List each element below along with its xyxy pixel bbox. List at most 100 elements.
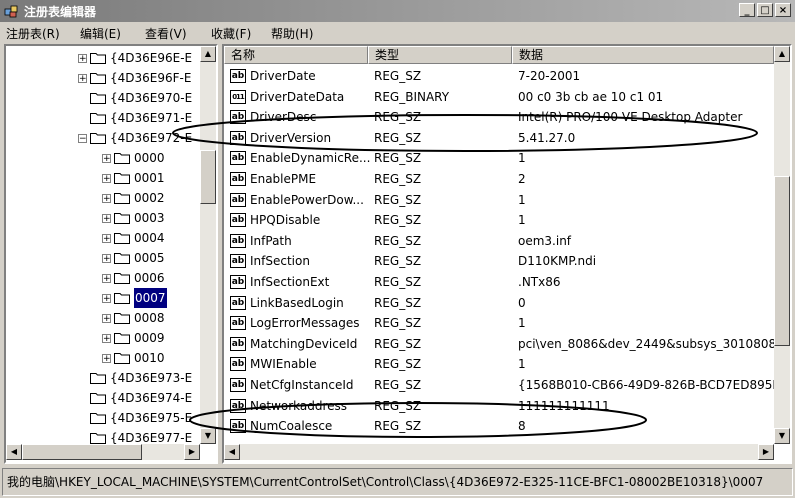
value-type: REG_SZ (374, 69, 422, 83)
tree-scroll-left-arrow-icon[interactable]: ◀ (6, 444, 22, 460)
tree-node[interactable]: + {4D36E96F-E (6, 68, 200, 88)
tree-node-label[interactable]: 0002 (134, 188, 165, 208)
list-scroll-down-arrow-icon[interactable]: ▼ (774, 428, 790, 444)
tree-scroll-thumb[interactable] (200, 150, 216, 204)
list-vertical-scrollbar[interactable]: ▲ ▼ (774, 46, 790, 444)
tree-node-label[interactable]: {4D36E972-E (110, 128, 192, 148)
value-row[interactable]: ab EnablePME REG_SZ 2 (224, 169, 774, 189)
tree-node[interactable]: +0006 (6, 268, 200, 288)
value-row[interactable]: 011 DriverDateData REG_BINARY 00 c0 3b cb a… (224, 87, 774, 107)
expand-plus-icon[interactable]: + (102, 234, 111, 244)
values-list-pane[interactable]: 名称 类型 数据 ab DriverDate REG_SZ 7-20-2001 011 D… (222, 44, 792, 464)
list-horizontal-scrollbar[interactable]: ◀ ▶ (224, 444, 774, 460)
tree-node[interactable]: +0008 (6, 308, 200, 328)
value-row[interactable]: ab NetCfgInstanceId REG_SZ {1568B010-CB66-4… (224, 375, 786, 395)
value-row[interactable]: ab DriverDesc REG_SZ Intel(R) PRO/100 VE De… (224, 107, 774, 127)
tree-node-label[interactable]: {4D36E973-E (110, 368, 192, 388)
expand-plus-icon[interactable]: + (102, 154, 111, 164)
tree-node[interactable]: {4D36E973-E (6, 368, 200, 388)
menu-registry[interactable]: 注册表(R) (6, 25, 60, 42)
menu-favorites[interactable]: 收藏(F) (211, 25, 251, 42)
tree-node[interactable]: +0001 (6, 168, 200, 188)
tree-node-label[interactable]: {4D36E96F-E (110, 68, 191, 88)
tree-node[interactable]: − {4D36E972-E (6, 128, 200, 148)
tree-node-label[interactable]: {4D36E974-E (110, 388, 192, 408)
value-row[interactable]: ab MatchingDeviceId REG_SZ pci\ven_8086&dev… (224, 334, 784, 354)
tree-scroll-up-arrow-icon[interactable]: ▲ (200, 46, 216, 62)
expand-plus-icon[interactable]: + (78, 74, 87, 84)
tree-node[interactable]: + {4D36E96E-E (6, 48, 200, 68)
tree-node-label[interactable]: 0007 (134, 288, 167, 308)
expand-plus-icon[interactable]: + (102, 294, 111, 304)
value-row[interactable]: ab HPQDisable REG_SZ 1 (224, 210, 774, 230)
list-scroll-thumb[interactable] (774, 176, 790, 346)
value-row[interactable]: ab MWIEnable REG_SZ 1 (224, 354, 774, 374)
tree-node[interactable]: {4D36E974-E (6, 388, 200, 408)
value-row[interactable]: ab InfSectionExt REG_SZ .NTx86 (224, 272, 774, 292)
tree-node[interactable]: +0009 (6, 328, 200, 348)
title-bar[interactable]: 注册表编辑器 _ □ × (0, 0, 795, 22)
tree-node-label[interactable]: 0004 (134, 228, 165, 248)
tree-node[interactable]: {4D36E970-E (6, 88, 200, 108)
expand-plus-icon[interactable]: + (102, 354, 111, 364)
tree-node-label[interactable]: {4D36E971-E (110, 108, 192, 128)
tree-node[interactable]: +0010 (6, 348, 200, 368)
column-header-data[interactable]: 数据 (512, 46, 774, 64)
close-button[interactable]: × (775, 3, 791, 17)
minimize-button[interactable]: _ (739, 3, 755, 17)
value-row[interactable]: ab DriverVersion REG_SZ 5.41.27.0 (224, 128, 774, 148)
list-scroll-right-arrow-icon[interactable]: ▶ (758, 444, 774, 460)
tree-node-label[interactable]: 0009 (134, 328, 165, 348)
expand-plus-icon[interactable]: + (78, 54, 87, 64)
expand-plus-icon[interactable]: + (102, 214, 111, 224)
tree-node[interactable]: +0002 (6, 188, 200, 208)
tree-node-label[interactable]: {4D36E975-E (110, 408, 192, 428)
value-row[interactable]: ab NumCoalesce REG_SZ 8 (224, 416, 774, 436)
tree-node-label[interactable]: {4D36E96E-E (110, 48, 192, 68)
tree-node-label[interactable]: 0001 (134, 168, 165, 188)
tree-horizontal-scrollbar[interactable]: ◀ ▶ (6, 444, 200, 460)
tree-node-label[interactable]: 0003 (134, 208, 165, 228)
menu-help[interactable]: 帮助(H) (271, 25, 313, 42)
tree-node-label[interactable]: 0008 (134, 308, 165, 328)
expand-plus-icon[interactable]: + (102, 274, 111, 284)
maximize-button[interactable]: □ (757, 3, 773, 17)
list-scroll-left-arrow-icon[interactable]: ◀ (224, 444, 240, 460)
column-header-name[interactable]: 名称 (224, 46, 368, 64)
tree-node-label[interactable]: 0005 (134, 248, 165, 268)
expand-plus-icon[interactable]: + (102, 314, 111, 324)
expand-plus-icon[interactable]: + (102, 254, 111, 264)
expand-plus-icon[interactable]: + (102, 194, 111, 204)
tree-node[interactable]: +0000 (6, 148, 200, 168)
tree-node-label[interactable]: {4D36E970-E (110, 88, 192, 108)
menu-view[interactable]: 查看(V) (145, 25, 187, 42)
tree-node-label[interactable]: 0010 (134, 348, 165, 368)
list-scroll-up-arrow-icon[interactable]: ▲ (774, 46, 790, 62)
tree-node[interactable]: +0005 (6, 248, 200, 268)
tree-node-label[interactable]: 0000 (134, 148, 165, 168)
collapse-minus-icon[interactable]: − (78, 134, 87, 144)
value-row[interactable]: ab LogErrorMessages REG_SZ 1 (224, 313, 774, 333)
value-row[interactable]: ab InfSection REG_SZ D110KMP.ndi (224, 251, 774, 271)
value-row[interactable]: ab Networkaddress REG_SZ 111111111111 (224, 396, 774, 416)
tree-node[interactable]: +0007 (6, 288, 200, 308)
tree-scroll-down-arrow-icon[interactable]: ▼ (200, 428, 216, 444)
tree-vertical-scrollbar[interactable]: ▲ ▼ (200, 46, 216, 444)
tree-hscroll-thumb[interactable] (22, 444, 142, 460)
value-row[interactable]: ab EnablePowerDow... REG_SZ 1 (224, 190, 774, 210)
tree-node-label[interactable]: 0006 (134, 268, 165, 288)
tree-node[interactable]: {4D36E971-E (6, 108, 200, 128)
tree-node[interactable]: {4D36E975-E (6, 408, 200, 428)
tree-node[interactable]: +0004 (6, 228, 200, 248)
menu-edit[interactable]: 编辑(E) (80, 25, 121, 42)
tree-scroll-right-arrow-icon[interactable]: ▶ (184, 444, 200, 460)
value-row[interactable]: ab InfPath REG_SZ oem3.inf (224, 231, 774, 251)
value-row[interactable]: ab EnableDynamicRe... REG_SZ 1 (224, 148, 774, 168)
key-tree-pane[interactable]: + {4D36E96E-E + {4D36E96F-E {4D36E970-E {4D36… (4, 44, 218, 464)
value-row[interactable]: ab LinkBasedLogin REG_SZ 0 (224, 293, 774, 313)
column-header-type[interactable]: 类型 (368, 46, 512, 64)
expand-plus-icon[interactable]: + (102, 334, 111, 344)
value-row[interactable]: ab DriverDate REG_SZ 7-20-2001 (224, 66, 774, 86)
expand-plus-icon[interactable]: + (102, 174, 111, 184)
tree-node[interactable]: +0003 (6, 208, 200, 228)
